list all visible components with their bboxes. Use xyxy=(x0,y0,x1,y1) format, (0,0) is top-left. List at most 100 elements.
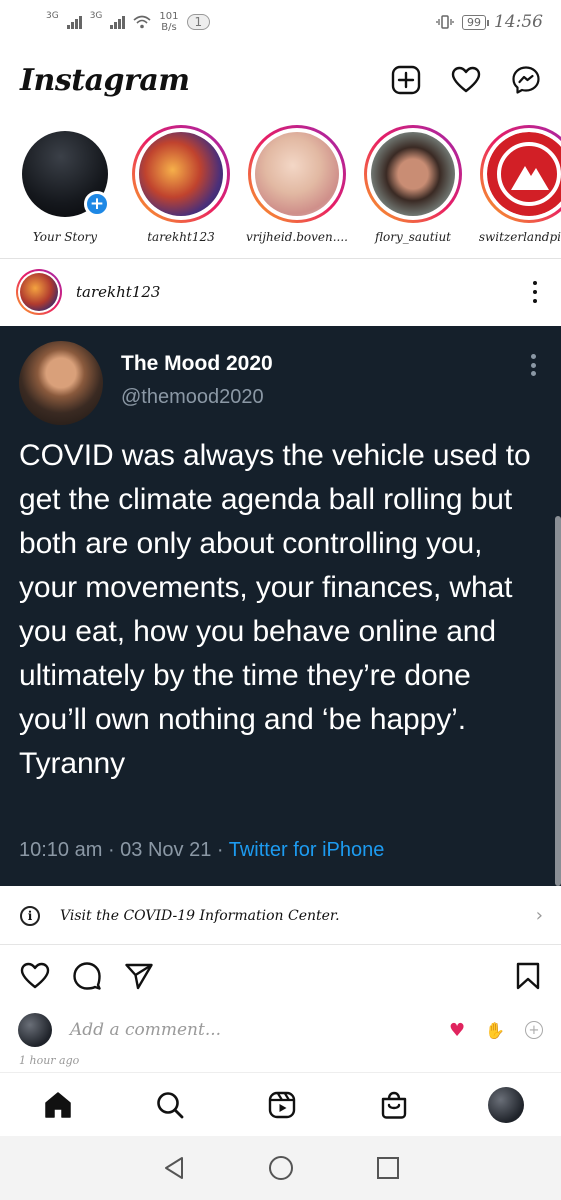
post-timestamp: 1 hour ago xyxy=(19,1054,80,1067)
nav-home[interactable] xyxy=(40,1087,76,1123)
new-post-icon[interactable] xyxy=(389,63,423,97)
like-button[interactable] xyxy=(18,959,52,993)
heart-icon xyxy=(20,962,50,989)
system-nav-bar xyxy=(0,1136,561,1200)
network-type-1: 3G xyxy=(46,11,59,21)
info-banner-text: Visit the COVID-19 Information Center. xyxy=(60,907,340,924)
story-label: vrijheid.boven.... xyxy=(245,230,348,244)
speed-value: 101 xyxy=(159,11,179,22)
save-button[interactable] xyxy=(511,959,545,993)
heart-emoji-icon[interactable]: ♥ xyxy=(449,1020,465,1041)
tweet-display-name: The Mood 2020 xyxy=(121,352,273,375)
avatar xyxy=(371,132,455,216)
network-speed: 101 B/s xyxy=(159,11,178,33)
home-circle-icon xyxy=(268,1156,293,1180)
add-emoji-icon[interactable]: + xyxy=(525,1021,543,1039)
status-right: 99 14:56 xyxy=(436,12,543,32)
speed-unit: B/s xyxy=(161,22,177,33)
home-button[interactable] xyxy=(266,1153,296,1183)
nav-reels[interactable] xyxy=(264,1087,300,1123)
nav-search[interactable] xyxy=(152,1087,188,1123)
comment-button[interactable] xyxy=(70,959,104,993)
wifi-icon xyxy=(133,15,151,29)
mountain-logo-icon xyxy=(487,132,561,216)
story-flory-sautiut[interactable]: flory_sautiut xyxy=(364,125,462,251)
status-bar: 3G 3G 101 B/s 1 99 14:56 xyxy=(0,0,561,44)
post-avatar-inner xyxy=(18,271,60,313)
shopping-bag-icon xyxy=(381,1091,407,1119)
story-ring xyxy=(248,125,346,223)
post-header: tarekht123 xyxy=(0,263,561,321)
stories-tray: + Your Story tarekht123 vrijheid.boven..… xyxy=(0,125,561,251)
story-tarekht123[interactable]: tarekht123 xyxy=(132,125,230,251)
story-ring-inner xyxy=(135,128,227,220)
avatar xyxy=(488,1086,524,1123)
reels-icon xyxy=(268,1091,296,1118)
comment-row: Add a comment... ♥ ✋ + xyxy=(0,1008,561,1052)
story-label: flory_sautiut xyxy=(375,230,451,244)
vibrate-icon xyxy=(436,15,454,29)
messenger-icon[interactable] xyxy=(509,63,543,97)
avatar xyxy=(255,132,339,216)
battery-indicator: 99 xyxy=(462,14,489,30)
app-header: Instagram xyxy=(0,55,561,105)
comment-input[interactable]: Add a comment... xyxy=(70,1020,221,1040)
story-your-story[interactable]: + Your Story xyxy=(16,125,114,251)
scrollbar[interactable] xyxy=(555,516,561,886)
clock: 14:56 xyxy=(494,12,543,32)
signal-icon xyxy=(110,15,126,29)
notification-badge: 1 xyxy=(186,14,211,30)
bottom-nav xyxy=(0,1072,561,1136)
back-button[interactable] xyxy=(159,1153,189,1183)
tweet-more-icon xyxy=(531,354,537,376)
info-icon: i xyxy=(20,905,40,926)
post-image-tweet: The Mood 2020 @themood2020 COVID was alw… xyxy=(0,326,561,886)
status-left: 3G 3G 101 B/s 1 xyxy=(46,11,211,33)
story-ring-inner xyxy=(367,128,459,220)
tweet-source: Twitter for iPhone xyxy=(228,839,385,861)
post-username[interactable]: tarekht123 xyxy=(76,283,160,301)
recents-square-icon xyxy=(376,1157,399,1179)
send-icon xyxy=(125,963,153,990)
share-button[interactable] xyxy=(122,959,156,993)
add-story-icon[interactable]: + xyxy=(84,191,110,217)
covid-info-banner[interactable]: i Visit the COVID-19 Information Center.… xyxy=(0,887,561,945)
story-label: switzerlandpic... xyxy=(478,230,561,244)
avatar xyxy=(20,273,58,311)
story-switzerlandpic[interactable]: switzerlandpic... xyxy=(478,125,561,251)
heart-icon[interactable] xyxy=(449,63,483,97)
nav-shop[interactable] xyxy=(376,1087,412,1123)
tweet-timestamp: 10:10 am · 03 Nov 21 · xyxy=(19,839,229,861)
network-type-2: 3G xyxy=(89,11,103,21)
nav-profile[interactable] xyxy=(488,1086,524,1123)
avatar xyxy=(139,132,223,216)
story-label: Your Story xyxy=(32,230,98,244)
quick-reactions: ♥ ✋ + xyxy=(449,1020,543,1041)
story-ring xyxy=(480,125,561,223)
story-avatar-wrap: + xyxy=(16,125,114,223)
tweet-text: COVID was always the vehicle used to get… xyxy=(19,439,531,780)
home-icon xyxy=(45,1091,71,1118)
tweet-handle: @themood2020 xyxy=(121,386,264,408)
story-ring-inner xyxy=(483,128,561,220)
post-actions xyxy=(0,953,561,999)
raised-hands-emoji-icon[interactable]: ✋ xyxy=(485,1021,505,1040)
signal-icon xyxy=(66,15,82,29)
back-triangle-icon xyxy=(164,1157,183,1179)
comment-icon xyxy=(73,962,101,990)
story-ring-inner xyxy=(251,128,343,220)
more-options-icon[interactable] xyxy=(525,277,545,307)
search-icon xyxy=(157,1091,184,1118)
story-ring xyxy=(132,125,230,223)
tweet-meta: 10:10 am · 03 Nov 21 · Twitter for iPhon… xyxy=(19,839,384,862)
post-author-avatar[interactable] xyxy=(16,269,62,315)
story-label: tarekht123 xyxy=(147,230,215,244)
story-vrijheid[interactable]: vrijheid.boven.... xyxy=(245,125,348,251)
avatar xyxy=(18,1013,52,1047)
tweet-author-avatar xyxy=(19,341,103,425)
story-ring xyxy=(364,125,462,223)
recents-button[interactable] xyxy=(373,1153,403,1183)
instagram-logo: Instagram xyxy=(20,62,190,98)
chevron-right-icon: › xyxy=(535,905,543,926)
divider xyxy=(0,258,561,259)
